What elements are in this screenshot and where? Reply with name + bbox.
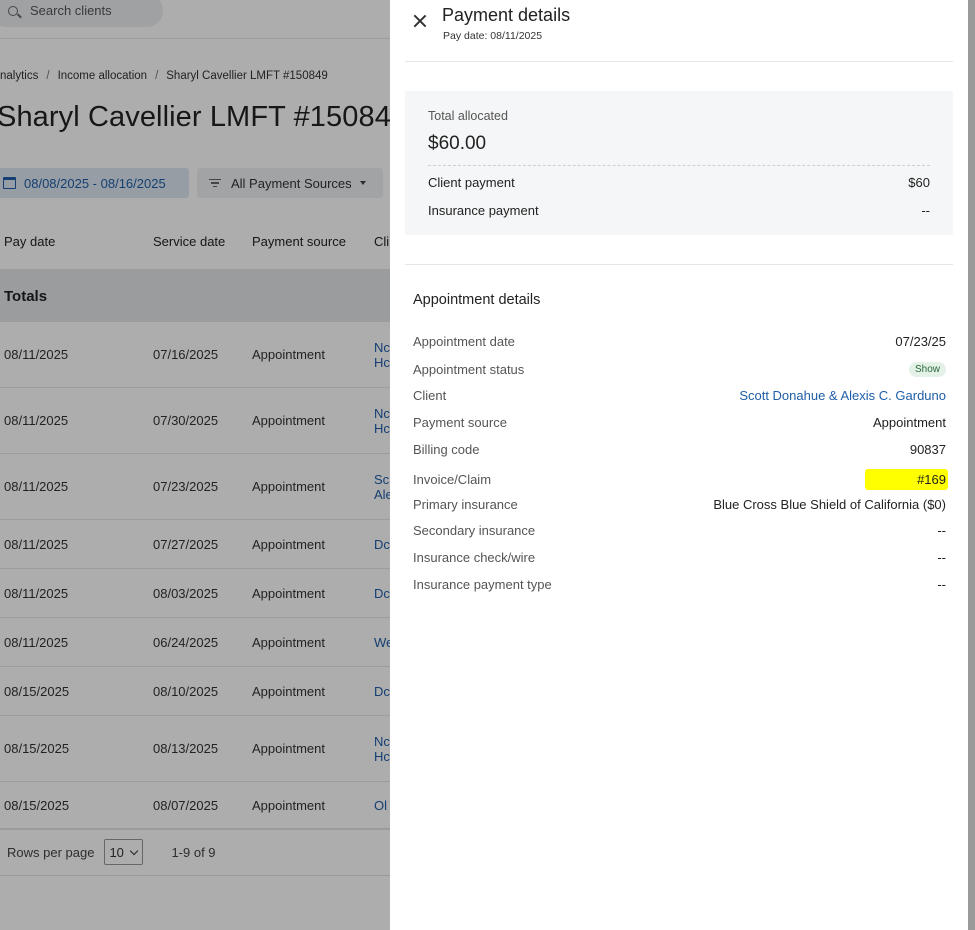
close-icon[interactable]: [412, 13, 428, 29]
detail-label: Appointment date: [413, 334, 515, 349]
detail-label: Insurance check/wire: [413, 550, 536, 565]
secondary-insurance-row: Secondary insurance --: [413, 523, 946, 538]
appointment-status-row: Appointment status Show: [413, 362, 946, 377]
insurance-payment-row: Insurance payment --: [428, 203, 930, 218]
insurance-check-row: Insurance check/wire --: [413, 550, 946, 565]
primary-insurance-value: Blue Cross Blue Shield of California ($0…: [713, 497, 946, 512]
detail-label: Billing code: [413, 442, 480, 457]
detail-label: Primary insurance: [413, 497, 518, 512]
billing-code-value: 90837: [909, 442, 946, 457]
detail-label: Secondary insurance: [413, 523, 536, 538]
appointment-date-row: Appointment date 07/23/25: [413, 334, 946, 349]
payment-details-drawer: Payment details Pay date: 08/11/2025 Tot…: [390, 0, 968, 930]
detail-label: Invoice/Claim: [413, 472, 492, 487]
section-divider: [405, 264, 953, 265]
appointment-details-title: Appointment details: [413, 292, 541, 308]
allocation-card: Total allocated $60.00 Client payment $6…: [405, 91, 953, 235]
primary-insurance-row: Primary insurance Blue Cross Blue Shield…: [413, 497, 946, 512]
detail-label: Payment source: [413, 415, 507, 430]
secondary-insurance-value: --: [937, 523, 946, 538]
insurance-payment-type-row: Insurance payment type --: [413, 577, 946, 592]
client-payment-row: Client payment $60: [428, 175, 930, 190]
client-link[interactable]: Scott Donahue & Alexis C. Garduno: [739, 388, 946, 403]
billing-code-row: Billing code 90837: [413, 442, 946, 457]
insurance-payment-type-value: --: [937, 577, 946, 592]
detail-label: Insurance payment type: [413, 577, 552, 592]
payment-source-value: Appointment: [873, 415, 946, 430]
client-row: Client Scott Donahue & Alexis C. Garduno: [413, 388, 946, 403]
total-allocated-value: $60.00: [428, 133, 487, 154]
insurance-payment-label: Insurance payment: [428, 203, 539, 218]
drawer-title: Payment details: [442, 5, 571, 25]
modal-backdrop[interactable]: [0, 0, 390, 930]
payment-source-row: Payment source Appointment: [413, 415, 946, 430]
client-payment-value: $60: [908, 175, 930, 190]
header-divider: [405, 61, 953, 62]
insurance-check-value: --: [937, 550, 946, 565]
status-badge: Show: [908, 362, 946, 377]
detail-label: Appointment status: [413, 362, 525, 377]
total-allocated-label: Total allocated: [428, 109, 508, 123]
insurance-payment-value: --: [921, 203, 930, 218]
invoice-claim-value[interactable]: #169: [865, 469, 948, 490]
allocation-divider: [428, 165, 930, 166]
pay-date-subtitle: Pay date: 08/11/2025: [443, 30, 543, 42]
client-payment-label: Client payment: [428, 175, 515, 190]
appointment-date-value: 07/23/25: [895, 334, 946, 349]
invoice-claim-row: Invoice/Claim #169: [413, 469, 948, 490]
detail-label: Client: [413, 388, 447, 403]
window-edge: [968, 0, 975, 930]
